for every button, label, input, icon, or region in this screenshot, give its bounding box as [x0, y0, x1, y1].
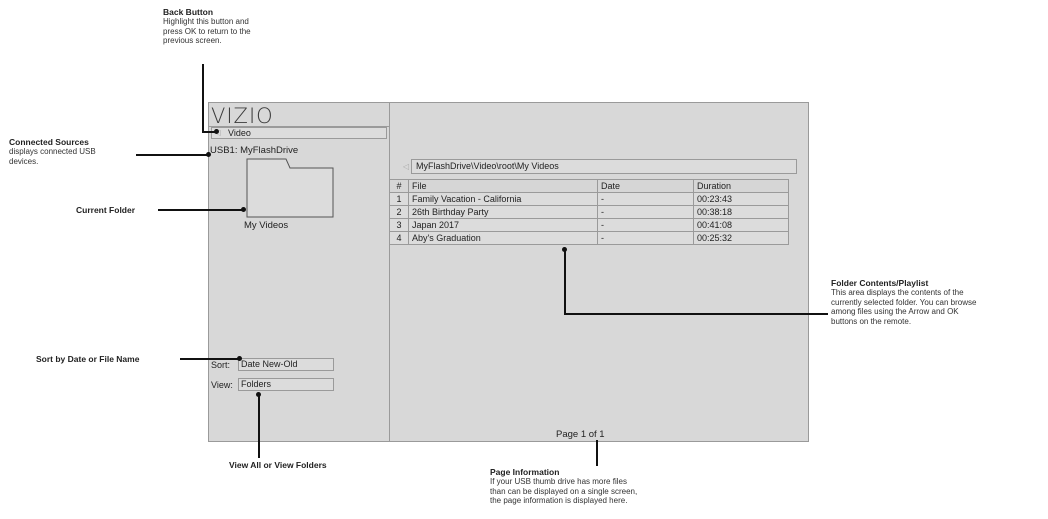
row-duration: 00:38:18 — [693, 205, 789, 219]
view-label: View: — [211, 380, 233, 390]
row-file: Family Vacation - California — [408, 192, 598, 206]
file-table: # File Date Duration 1 Family Vacation -… — [389, 179, 789, 245]
leader-dot — [256, 392, 261, 397]
folder-path: MyFlashDrive\Video\root\My Videos — [411, 159, 797, 174]
annotation-back-button: Back Button Highlight this button and pr… — [163, 7, 251, 46]
annotation-page-information: Page Information If your USB thumb drive… — [490, 467, 637, 506]
row-duration: 00:41:08 — [693, 218, 789, 232]
annotation-line: among files using the Arrow and OK — [831, 307, 959, 316]
leader-line — [136, 154, 208, 156]
leader-line — [596, 440, 598, 466]
pane-divider — [389, 102, 390, 442]
row-date: - — [597, 231, 694, 245]
annotation-title: Back Button — [163, 7, 214, 17]
row-num: 2 — [389, 205, 409, 219]
annotation-line: Highlight this button and — [163, 17, 249, 26]
row-num: 1 — [389, 192, 409, 206]
page-info: Page 1 of 1 — [556, 429, 605, 440]
leader-line — [564, 313, 828, 315]
annotation-line: This area displays the contents of the — [831, 288, 964, 297]
header-duration: Duration — [693, 179, 789, 193]
leader-line — [158, 209, 244, 211]
sort-dropdown[interactable]: Date New-Old — [238, 358, 334, 371]
annotation-line: previous screen. — [163, 36, 222, 45]
table-row[interactable]: 1 Family Vacation - California - 00:23:4… — [389, 192, 789, 206]
annotation-line: currently selected folder. You can brows… — [831, 297, 977, 307]
annotation-title: Folder Contents/Playlist — [831, 278, 929, 288]
leader-dot — [214, 129, 219, 134]
leader-line — [202, 64, 204, 132]
annotation-current-folder: Current Folder — [76, 205, 136, 215]
leader-line — [258, 394, 260, 458]
header-file: File — [408, 179, 598, 193]
annotation-title: Connected Sources — [9, 137, 89, 147]
vizio-logo: VIZIO — [211, 104, 274, 128]
leader-dot — [206, 152, 211, 157]
row-num: 4 — [389, 231, 409, 245]
table-row[interactable]: 2 26th Birthday Party - 00:38:18 — [389, 205, 789, 219]
table-row[interactable]: 4 Aby's Graduation - 00:25:32 — [389, 231, 789, 245]
row-file: 26th Birthday Party — [408, 205, 598, 219]
annotation-line: the page information is displayed here. — [490, 496, 628, 505]
row-date: - — [597, 205, 694, 219]
leader-dot — [237, 356, 242, 361]
annotation-line: buttons on the remote. — [831, 316, 912, 326]
table-header-row: # File Date Duration — [389, 179, 789, 193]
annotation-folder-contents: Folder Contents/Playlist This area displ… — [831, 278, 976, 326]
header-num: # — [389, 179, 409, 193]
sort-label: Sort: — [211, 360, 231, 370]
row-duration: 00:23:43 — [693, 192, 789, 206]
row-num: 3 — [389, 218, 409, 232]
annotation-line: If your USB thumb drive has more files — [490, 477, 627, 486]
header-date: Date — [597, 179, 694, 193]
view-dropdown[interactable]: Folders — [238, 378, 334, 391]
row-date: - — [597, 218, 694, 232]
annotation-view: View All or View Folders — [229, 460, 327, 470]
annotation-line: than can be displayed on a single screen… — [490, 486, 638, 496]
row-file: Aby's Graduation — [408, 231, 598, 245]
annotation-line: displays connected USB — [9, 147, 96, 156]
table-row[interactable]: 3 Japan 2017 - 00:41:08 — [389, 218, 789, 232]
leader-line — [180, 358, 240, 360]
annotation-line: press OK to return to the — [163, 26, 251, 36]
annotation-sort: Sort by Date or File Name — [36, 354, 140, 364]
annotation-line: devices. — [9, 156, 39, 166]
row-date: - — [597, 192, 694, 206]
connected-source-label[interactable]: USB1: MyFlashDrive — [210, 145, 298, 156]
leader-dot — [241, 207, 246, 212]
folder-icon[interactable] — [246, 158, 334, 218]
folder-name: My Videos — [244, 220, 289, 231]
annotation-connected-sources: Connected Sources displays connected USB… — [9, 137, 96, 166]
annotation-title: Page Information — [490, 467, 560, 477]
leader-line — [564, 249, 566, 314]
row-duration: 00:25:32 — [693, 231, 789, 245]
row-file: Japan 2017 — [408, 218, 598, 232]
back-label: Video — [228, 128, 251, 138]
